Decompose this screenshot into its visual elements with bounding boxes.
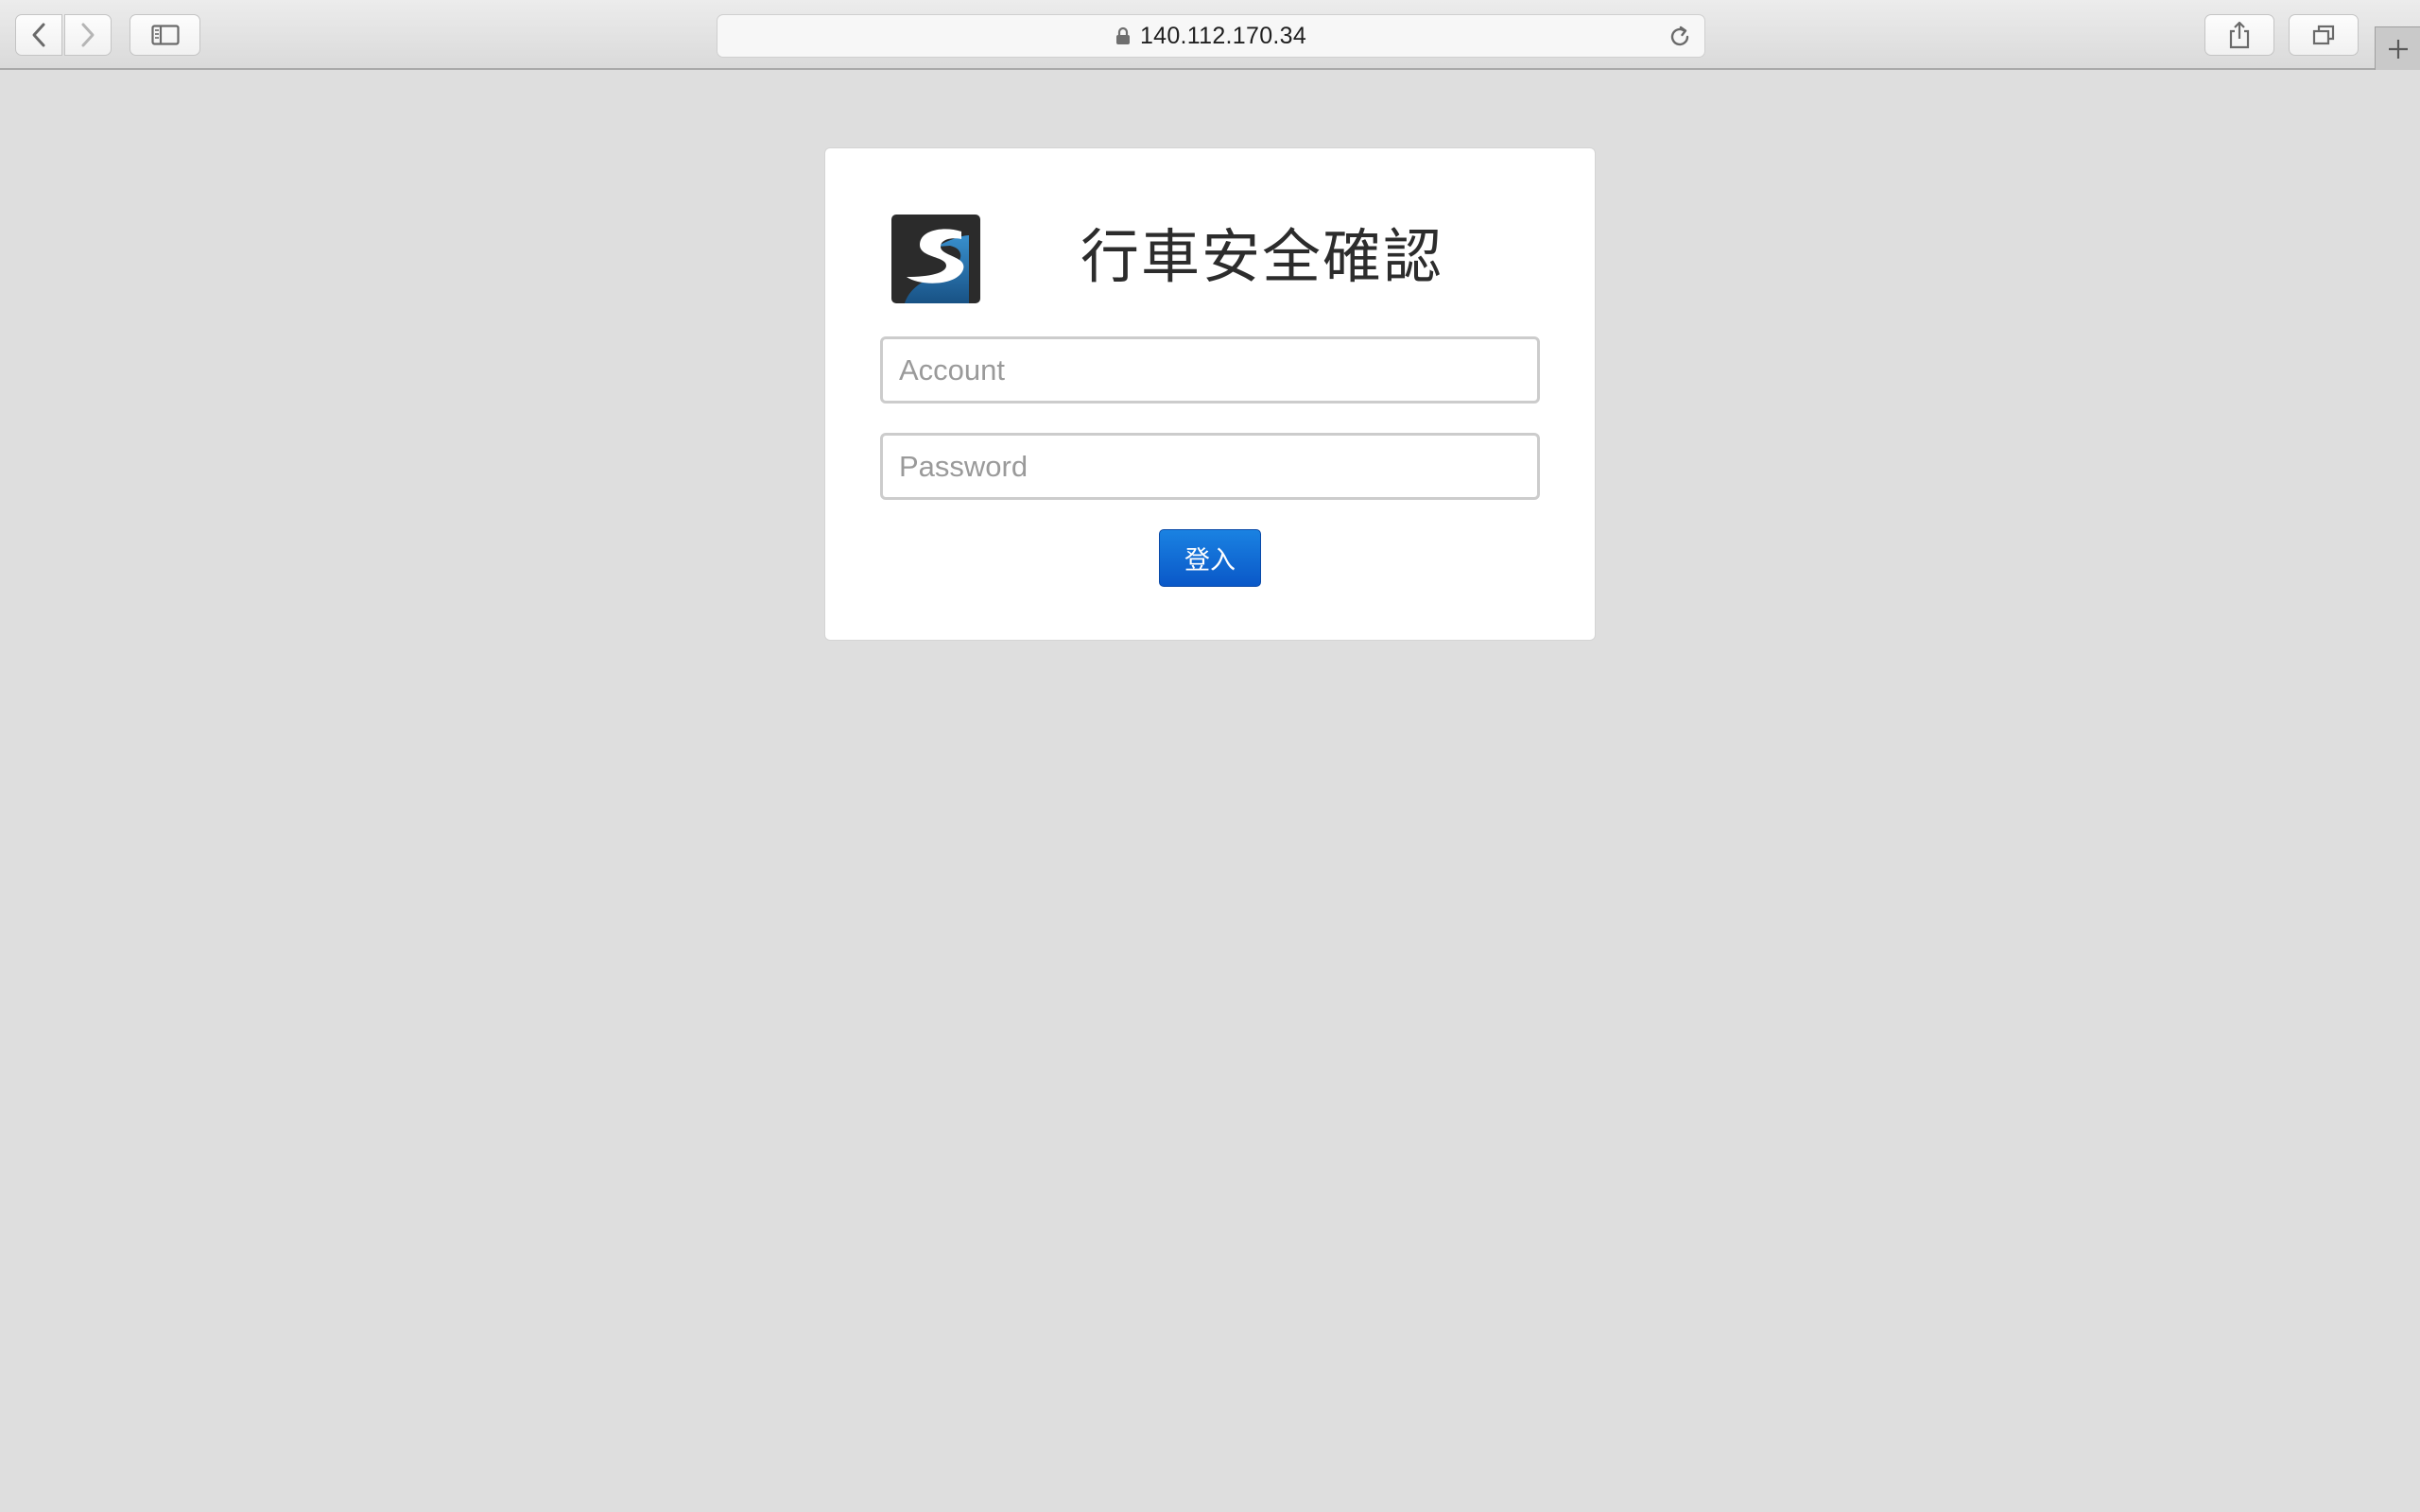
address-content: 140.112.170.34 [717,15,1704,57]
page-title: 行車安全確認 [1080,222,1444,291]
account-input[interactable] [880,336,1540,404]
share-button[interactable] [2204,14,2274,56]
new-tab-button[interactable] [2375,26,2420,70]
chevron-right-icon [81,23,95,47]
show-tabs-button[interactable] [2289,14,2359,56]
sidebar-toggle-button[interactable] [130,14,200,56]
url-text: 140.112.170.34 [1139,22,1307,49]
plus-icon [2388,39,2408,59]
logo-icon [891,215,980,303]
sidebar-icon [150,25,180,45]
app-logo [891,215,980,303]
reload-icon[interactable] [1667,24,1693,50]
lock-icon [1115,26,1130,44]
login-button[interactable]: 登入 [1159,529,1261,587]
login-card: 行車安全確認 登入 [824,147,1596,641]
forward-button[interactable] [64,14,112,56]
chevron-left-icon [32,23,45,47]
share-icon [2229,21,2250,49]
browser-toolbar: 140.112.170.34 [0,0,2420,70]
password-input[interactable] [880,433,1540,500]
back-button[interactable] [15,14,62,56]
address-bar[interactable]: 140.112.170.34 [717,14,1705,58]
tabs-icon [2312,25,2335,45]
